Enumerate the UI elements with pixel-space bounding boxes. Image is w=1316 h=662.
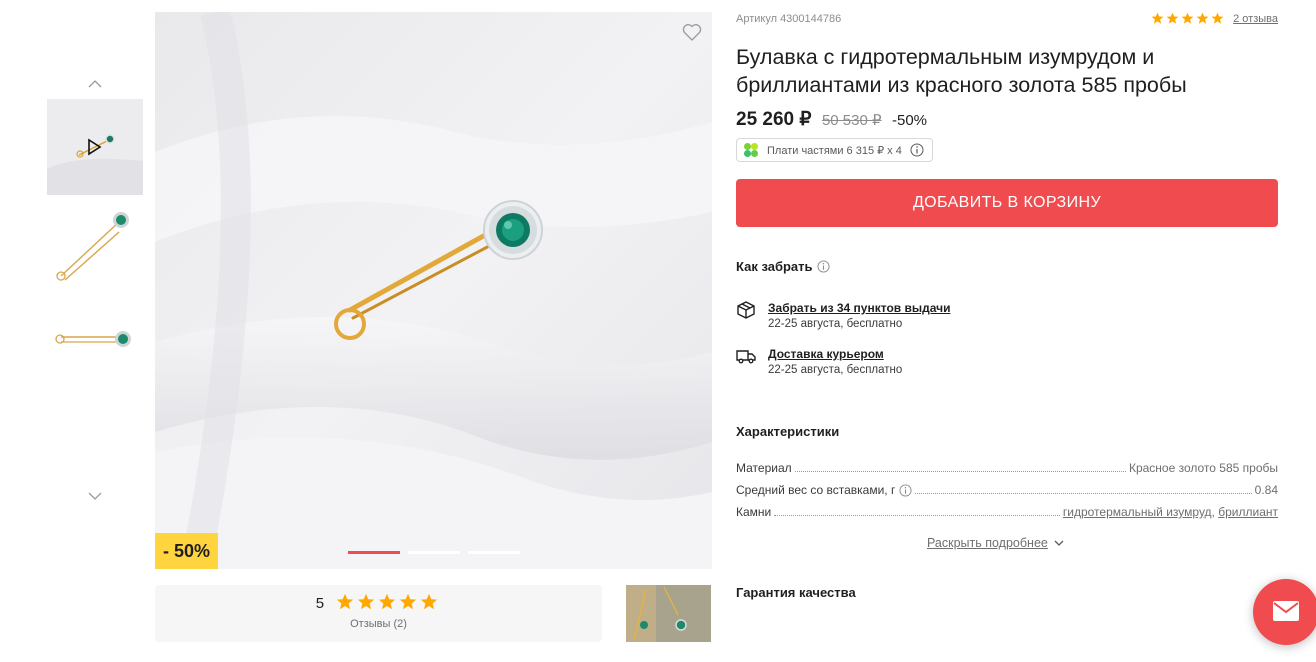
product-title: Булавка с гидротермальным изумрудом и бр… (736, 45, 1187, 97)
star-icon (1211, 12, 1224, 24)
delivery-option-courier: Доставка курьером 22-25 августа, бесплат… (736, 346, 1136, 382)
product-photo (155, 12, 712, 569)
rating-summary: 5 (155, 593, 602, 613)
guarantee-title: Гарантия качества (736, 585, 856, 600)
stone-link-diamond[interactable]: бриллиант (1218, 505, 1278, 519)
pickup-link[interactable]: Забрать из 34 пунктов выдачи (768, 301, 950, 315)
star-icon (1181, 12, 1194, 24)
spec-value: 0.84 (1254, 483, 1278, 497)
old-price: 50 530 ₽ (821, 112, 882, 129)
thumbnail-video[interactable] (47, 99, 143, 195)
spec-row-material: Материал Красное золото 585 пробы (736, 459, 1278, 475)
slide-indicators (348, 551, 520, 555)
slide-dot-1[interactable] (348, 551, 400, 554)
chat-button[interactable] (1253, 579, 1316, 645)
spec-label: Средний вес со вставками, г (736, 483, 896, 497)
dotted-leader (794, 471, 1126, 472)
spec-value-group: гидротермальный изумруд, бриллиант (1063, 505, 1278, 519)
spec-row-weight: Средний вес со вставками, г 0.84 (736, 481, 1278, 497)
expand-label: Раскрыть подробнее (927, 536, 1048, 550)
slide-dot-3[interactable] (468, 551, 520, 554)
chevron-down-icon (1054, 540, 1064, 546)
expand-specs-link[interactable]: Раскрыть подробнее (927, 536, 1066, 550)
product-page: - 50% 5 Отзывы (2) Артикул 4300144786 2 … (0, 0, 1316, 662)
thumbnail-pin-flat-image (47, 291, 143, 387)
current-price: 25 260 ₽ (736, 109, 812, 130)
heart-icon[interactable] (680, 20, 704, 44)
delivery-section-title: Как забрать (736, 259, 830, 274)
info-icon[interactable] (816, 260, 830, 273)
info-icon[interactable] (899, 483, 912, 497)
slide-dot-2[interactable] (408, 551, 460, 554)
product-info: Артикул 4300144786 2 отзыва Булавка с ги… (736, 0, 1278, 662)
thumbnail-video-image (47, 99, 143, 195)
star-icon (337, 593, 354, 610)
specs-title: Характеристики (736, 424, 840, 439)
review-photos[interactable] (626, 585, 711, 642)
rating-card[interactable]: 5 Отзывы (2) (155, 585, 602, 642)
delivery-title: Как забрать (736, 259, 813, 274)
reviews-count: Отзывы (2) (350, 618, 407, 630)
star-icon (421, 593, 438, 610)
header-rating: 2 отзыва (1151, 12, 1278, 28)
discount-percent: -50% (891, 112, 928, 129)
delivery-option-pickup: Забрать из 34 пунктов выдачи 22-25 авгус… (736, 300, 1136, 336)
product-sku: Артикул 4300144786 (736, 13, 842, 25)
courier-link[interactable]: Доставка курьером (768, 347, 884, 361)
add-to-cart-button[interactable]: ДОБАВИТЬ В КОРЗИНУ (736, 179, 1278, 227)
split-logo-icon (744, 143, 758, 157)
info-icon[interactable] (910, 143, 924, 157)
main-product-image[interactable]: - 50% (155, 12, 712, 569)
star-icon (379, 593, 396, 610)
courier-date: 22-25 августа, бесплатно (768, 364, 903, 376)
spec-value: Красное золото 585 пробы (1128, 461, 1278, 475)
price-block: 25 260 ₽ 50 530 ₽ -50% (736, 108, 927, 130)
spec-label-wrap: Средний вес со вставками, г (736, 483, 912, 497)
truck-icon (736, 350, 756, 364)
dotted-leader (774, 515, 1060, 516)
rating-stars (336, 593, 441, 613)
spec-separator: , (1211, 505, 1215, 519)
rating-score: 5 (315, 594, 325, 612)
star-icon (358, 593, 375, 610)
star-icon (1151, 12, 1164, 24)
star-icon (1196, 12, 1209, 24)
star-icon (400, 593, 417, 610)
spec-label: Материал (736, 461, 792, 475)
envelope-icon (1273, 601, 1299, 621)
stone-link-emerald[interactable]: гидротермальный изумруд (1063, 505, 1212, 519)
chevron-down-icon[interactable] (83, 484, 107, 508)
split-payment-text: Плати частями 6 315 ₽ x 4 (767, 144, 902, 157)
review-photo-image (626, 585, 711, 642)
box-icon (737, 301, 755, 319)
dotted-leader (915, 493, 1252, 494)
thumbnail-pin-angled-image (47, 204, 143, 300)
spec-label: Камни (736, 505, 772, 519)
spec-row-stones: Камни гидротермальный изумруд, бриллиант (736, 503, 1278, 519)
pickup-date: 22-25 августа, бесплатно (768, 318, 903, 330)
split-payment-badge[interactable]: Плати частями 6 315 ₽ x 4 (736, 138, 933, 162)
star-icon (1166, 12, 1179, 24)
thumbnail-pin-flat[interactable] (47, 291, 143, 387)
thumbnail-pin-angled[interactable] (47, 204, 143, 300)
reviews-link[interactable]: 2 отзыва (1233, 13, 1278, 25)
chevron-up-icon[interactable] (83, 72, 107, 96)
discount-badge: - 50% (155, 533, 219, 569)
thumbnail-strip (47, 72, 143, 512)
